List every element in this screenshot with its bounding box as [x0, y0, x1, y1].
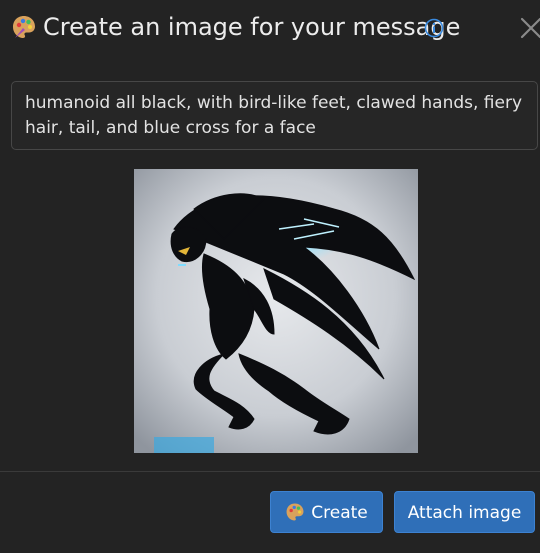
footer-divider: [0, 471, 540, 472]
generated-image: [134, 169, 418, 453]
create-button[interactable]: Create: [270, 491, 383, 533]
close-icon[interactable]: [519, 16, 540, 40]
palette-icon: [285, 496, 305, 521]
attach-image-button-label: Attach image: [407, 503, 522, 523]
dialog-header: Create an image for your message: [0, 0, 540, 58]
info-icon[interactable]: [424, 18, 444, 38]
attach-image-button[interactable]: Attach image: [394, 491, 535, 533]
create-button-label: Create: [311, 503, 368, 523]
dialog-title: Create an image for your message: [43, 13, 461, 41]
prompt-input[interactable]: humanoid all black, with bird-like feet,…: [11, 81, 538, 150]
palette-icon: [11, 14, 37, 40]
